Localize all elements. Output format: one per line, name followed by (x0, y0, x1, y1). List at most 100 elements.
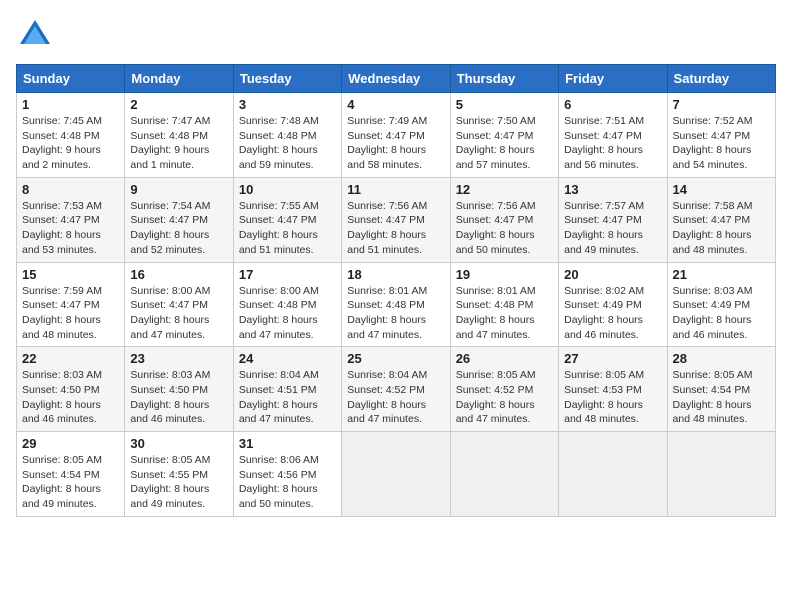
calendar-cell: 11 Sunrise: 7:56 AM Sunset: 4:47 PM Dayl… (342, 177, 450, 262)
calendar-cell: 20 Sunrise: 8:02 AM Sunset: 4:49 PM Dayl… (559, 262, 667, 347)
calendar-cell (559, 432, 667, 517)
week-row-5: 29 Sunrise: 8:05 AM Sunset: 4:54 PM Dayl… (17, 432, 776, 517)
day-number: 17 (239, 267, 336, 282)
calendar-cell: 27 Sunrise: 8:05 AM Sunset: 4:53 PM Dayl… (559, 347, 667, 432)
day-info: Sunrise: 7:55 AM Sunset: 4:47 PM Dayligh… (239, 200, 319, 256)
col-header-wednesday: Wednesday (342, 65, 450, 93)
calendar-cell: 28 Sunrise: 8:05 AM Sunset: 4:54 PM Dayl… (667, 347, 775, 432)
day-info: Sunrise: 7:59 AM Sunset: 4:47 PM Dayligh… (22, 285, 102, 341)
calendar-cell: 25 Sunrise: 8:04 AM Sunset: 4:52 PM Dayl… (342, 347, 450, 432)
calendar-cell: 1 Sunrise: 7:45 AM Sunset: 4:48 PM Dayli… (17, 93, 125, 178)
calendar-cell: 23 Sunrise: 8:03 AM Sunset: 4:50 PM Dayl… (125, 347, 233, 432)
calendar-cell: 30 Sunrise: 8:05 AM Sunset: 4:55 PM Dayl… (125, 432, 233, 517)
day-number: 12 (456, 182, 553, 197)
day-number: 26 (456, 351, 553, 366)
calendar-cell: 21 Sunrise: 8:03 AM Sunset: 4:49 PM Dayl… (667, 262, 775, 347)
day-info: Sunrise: 8:03 AM Sunset: 4:49 PM Dayligh… (673, 285, 753, 341)
day-info: Sunrise: 8:05 AM Sunset: 4:55 PM Dayligh… (130, 454, 210, 510)
calendar-cell: 24 Sunrise: 8:04 AM Sunset: 4:51 PM Dayl… (233, 347, 341, 432)
calendar-cell: 19 Sunrise: 8:01 AM Sunset: 4:48 PM Dayl… (450, 262, 558, 347)
day-info: Sunrise: 7:57 AM Sunset: 4:47 PM Dayligh… (564, 200, 644, 256)
week-row-2: 8 Sunrise: 7:53 AM Sunset: 4:47 PM Dayli… (17, 177, 776, 262)
calendar-cell: 26 Sunrise: 8:05 AM Sunset: 4:52 PM Dayl… (450, 347, 558, 432)
day-info: Sunrise: 7:50 AM Sunset: 4:47 PM Dayligh… (456, 115, 536, 171)
calendar-cell: 15 Sunrise: 7:59 AM Sunset: 4:47 PM Dayl… (17, 262, 125, 347)
day-info: Sunrise: 7:58 AM Sunset: 4:47 PM Dayligh… (673, 200, 753, 256)
calendar-cell: 16 Sunrise: 8:00 AM Sunset: 4:47 PM Dayl… (125, 262, 233, 347)
day-number: 15 (22, 267, 119, 282)
day-number: 4 (347, 97, 444, 112)
week-row-3: 15 Sunrise: 7:59 AM Sunset: 4:47 PM Dayl… (17, 262, 776, 347)
day-info: Sunrise: 7:56 AM Sunset: 4:47 PM Dayligh… (347, 200, 427, 256)
day-number: 9 (130, 182, 227, 197)
day-number: 29 (22, 436, 119, 451)
day-info: Sunrise: 7:45 AM Sunset: 4:48 PM Dayligh… (22, 115, 102, 171)
day-number: 25 (347, 351, 444, 366)
calendar-cell: 22 Sunrise: 8:03 AM Sunset: 4:50 PM Dayl… (17, 347, 125, 432)
day-number: 31 (239, 436, 336, 451)
col-header-tuesday: Tuesday (233, 65, 341, 93)
day-info: Sunrise: 8:00 AM Sunset: 4:48 PM Dayligh… (239, 285, 319, 341)
logo-icon (16, 16, 54, 54)
day-number: 19 (456, 267, 553, 282)
calendar-cell: 4 Sunrise: 7:49 AM Sunset: 4:47 PM Dayli… (342, 93, 450, 178)
day-number: 1 (22, 97, 119, 112)
calendar-cell: 17 Sunrise: 8:00 AM Sunset: 4:48 PM Dayl… (233, 262, 341, 347)
day-number: 11 (347, 182, 444, 197)
calendar-cell (450, 432, 558, 517)
logo (16, 16, 58, 54)
day-number: 14 (673, 182, 770, 197)
calendar-cell: 2 Sunrise: 7:47 AM Sunset: 4:48 PM Dayli… (125, 93, 233, 178)
day-number: 30 (130, 436, 227, 451)
day-number: 18 (347, 267, 444, 282)
day-info: Sunrise: 8:04 AM Sunset: 4:51 PM Dayligh… (239, 369, 319, 425)
day-number: 16 (130, 267, 227, 282)
day-number: 24 (239, 351, 336, 366)
day-number: 3 (239, 97, 336, 112)
day-info: Sunrise: 8:04 AM Sunset: 4:52 PM Dayligh… (347, 369, 427, 425)
day-info: Sunrise: 7:56 AM Sunset: 4:47 PM Dayligh… (456, 200, 536, 256)
calendar-cell: 12 Sunrise: 7:56 AM Sunset: 4:47 PM Dayl… (450, 177, 558, 262)
day-number: 21 (673, 267, 770, 282)
day-info: Sunrise: 7:47 AM Sunset: 4:48 PM Dayligh… (130, 115, 210, 171)
day-info: Sunrise: 7:54 AM Sunset: 4:47 PM Dayligh… (130, 200, 210, 256)
day-number: 27 (564, 351, 661, 366)
calendar-cell: 31 Sunrise: 8:06 AM Sunset: 4:56 PM Dayl… (233, 432, 341, 517)
calendar-header-row: SundayMondayTuesdayWednesdayThursdayFrid… (17, 65, 776, 93)
day-info: Sunrise: 7:49 AM Sunset: 4:47 PM Dayligh… (347, 115, 427, 171)
day-info: Sunrise: 8:05 AM Sunset: 4:54 PM Dayligh… (673, 369, 753, 425)
day-number: 10 (239, 182, 336, 197)
col-header-friday: Friday (559, 65, 667, 93)
day-info: Sunrise: 8:03 AM Sunset: 4:50 PM Dayligh… (130, 369, 210, 425)
day-number: 5 (456, 97, 553, 112)
calendar-cell: 14 Sunrise: 7:58 AM Sunset: 4:47 PM Dayl… (667, 177, 775, 262)
week-row-1: 1 Sunrise: 7:45 AM Sunset: 4:48 PM Dayli… (17, 93, 776, 178)
day-info: Sunrise: 7:48 AM Sunset: 4:48 PM Dayligh… (239, 115, 319, 171)
day-number: 22 (22, 351, 119, 366)
col-header-monday: Monday (125, 65, 233, 93)
day-info: Sunrise: 8:05 AM Sunset: 4:53 PM Dayligh… (564, 369, 644, 425)
day-number: 28 (673, 351, 770, 366)
calendar-cell: 9 Sunrise: 7:54 AM Sunset: 4:47 PM Dayli… (125, 177, 233, 262)
day-info: Sunrise: 8:00 AM Sunset: 4:47 PM Dayligh… (130, 285, 210, 341)
day-info: Sunrise: 8:01 AM Sunset: 4:48 PM Dayligh… (456, 285, 536, 341)
day-info: Sunrise: 7:51 AM Sunset: 4:47 PM Dayligh… (564, 115, 644, 171)
calendar-cell (667, 432, 775, 517)
day-number: 13 (564, 182, 661, 197)
day-info: Sunrise: 8:06 AM Sunset: 4:56 PM Dayligh… (239, 454, 319, 510)
calendar-cell: 6 Sunrise: 7:51 AM Sunset: 4:47 PM Dayli… (559, 93, 667, 178)
day-info: Sunrise: 7:52 AM Sunset: 4:47 PM Dayligh… (673, 115, 753, 171)
day-info: Sunrise: 8:03 AM Sunset: 4:50 PM Dayligh… (22, 369, 102, 425)
calendar-cell: 8 Sunrise: 7:53 AM Sunset: 4:47 PM Dayli… (17, 177, 125, 262)
col-header-sunday: Sunday (17, 65, 125, 93)
day-number: 8 (22, 182, 119, 197)
day-number: 23 (130, 351, 227, 366)
col-header-saturday: Saturday (667, 65, 775, 93)
day-number: 2 (130, 97, 227, 112)
calendar-table: SundayMondayTuesdayWednesdayThursdayFrid… (16, 64, 776, 517)
day-info: Sunrise: 8:02 AM Sunset: 4:49 PM Dayligh… (564, 285, 644, 341)
page-header (16, 16, 776, 54)
calendar-cell: 3 Sunrise: 7:48 AM Sunset: 4:48 PM Dayli… (233, 93, 341, 178)
calendar-cell: 13 Sunrise: 7:57 AM Sunset: 4:47 PM Dayl… (559, 177, 667, 262)
calendar-cell: 29 Sunrise: 8:05 AM Sunset: 4:54 PM Dayl… (17, 432, 125, 517)
